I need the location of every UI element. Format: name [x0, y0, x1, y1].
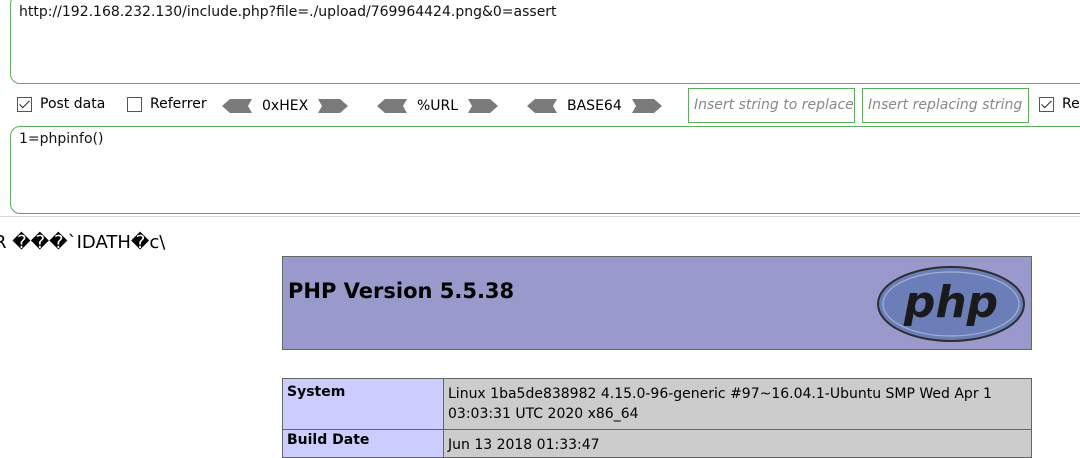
php-info-header: PHP Version 5.5.38 php [282, 256, 1032, 350]
referrer-label: Referrer [150, 96, 207, 112]
post-data-input[interactable]: 1=phpinfo() [10, 126, 1080, 214]
replace-all-toggle[interactable]: Re [1039, 96, 1080, 112]
row-key: Build Date [282, 429, 444, 458]
hex-decode-arrow-icon[interactable] [222, 99, 252, 113]
referrer-toggle[interactable]: Referrer [127, 96, 207, 112]
encoder-url: %URL [377, 95, 499, 117]
url-decode-arrow-icon[interactable] [377, 99, 407, 113]
referrer-checkbox[interactable] [127, 96, 142, 112]
row-key: System [282, 378, 444, 430]
hex-encode-arrow-icon[interactable] [318, 99, 349, 113]
url-encode-arrow-icon[interactable] [468, 99, 499, 113]
php-logo-icon: php [876, 265, 1026, 347]
post-data-checkbox[interactable] [17, 96, 32, 112]
php-logo-text: php [903, 277, 998, 328]
replace-string-input[interactable]: Insert string to replace [688, 88, 855, 123]
table-row: System Linux 1ba5de838982 4.15.0-96-gene… [282, 378, 1032, 430]
base64-label: BASE64 [567, 98, 622, 114]
url-input[interactable]: http://192.168.232.130/include.php?file=… [10, 0, 1080, 84]
base64-encode-arrow-icon[interactable] [631, 99, 662, 113]
replace-all-checkbox[interactable] [1039, 96, 1054, 112]
url-label: %URL [417, 98, 459, 114]
hackbar-toolbar: Post data Referrer 0xHEX %URL BASE64 Ins… [0, 88, 1080, 123]
post-data-toggle[interactable]: Post data [17, 96, 105, 112]
row-value: Jun 13 2018 01:33:47 [443, 429, 1032, 458]
table-row: Build Date Jun 13 2018 01:33:47 [282, 429, 1032, 458]
php-version-title: PHP Version 5.5.38 [288, 279, 515, 303]
encoder-base64: BASE64 [527, 95, 662, 117]
encoder-hex: 0xHEX [222, 95, 349, 117]
row-value: Linux 1ba5de838982 4.15.0-96-generic #97… [443, 378, 1032, 430]
post-data-label: Post data [40, 96, 106, 112]
binary-garbage-text: R ���`IDATH�c\ [0, 232, 166, 253]
replace-all-label: Re [1062, 96, 1080, 112]
base64-decode-arrow-icon[interactable] [527, 99, 557, 113]
hex-label: 0xHEX [262, 98, 309, 114]
replacing-string-input[interactable]: Insert replacing string [862, 88, 1029, 123]
php-info-table: System Linux 1ba5de838982 4.15.0-96-gene… [282, 378, 1032, 458]
hackbar-panel: http://192.168.232.130/include.php?file=… [0, 0, 1080, 217]
